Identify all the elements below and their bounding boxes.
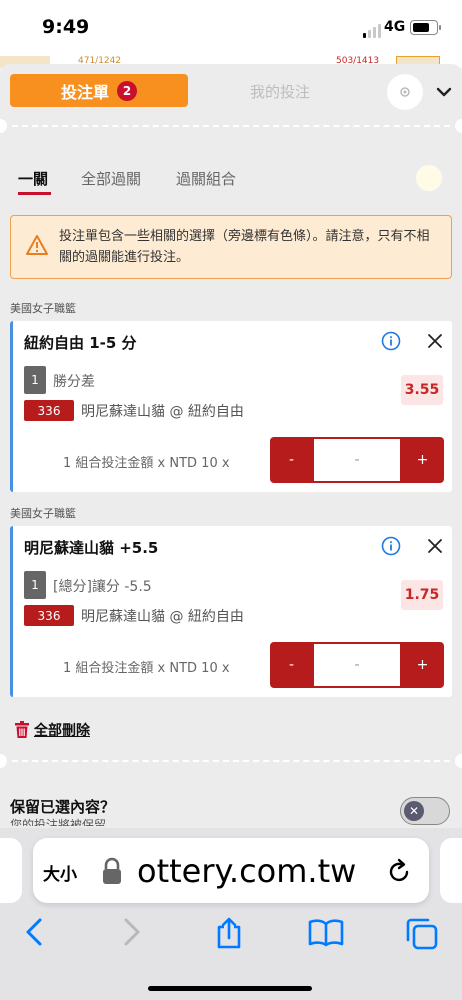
league-label: 美國女子職籃 (10, 507, 76, 520)
odds-value: 3.55 (401, 375, 443, 405)
address-bar[interactable]: 大小 ottery.com.tw (33, 838, 429, 903)
status-bar: 9:49 4G (0, 0, 462, 56)
decrease-button[interactable]: - (270, 437, 313, 483)
stake-stepper: - - + (270, 642, 444, 688)
reload-icon[interactable] (386, 857, 412, 885)
stake-input[interactable]: - (314, 644, 400, 686)
match-code: 336 (24, 605, 74, 626)
close-icon[interactable] (425, 536, 445, 556)
home-indicator (148, 986, 312, 991)
stake-input[interactable]: - (314, 439, 400, 481)
info-icon[interactable] (381, 536, 401, 556)
increase-button[interactable]: + (401, 437, 444, 483)
odds-value: 1.75 (401, 580, 443, 610)
tab-bet-slip-label: 投注單 (60, 82, 109, 102)
stake-label: 1 組合投注金額 x NTD 10 x (63, 456, 230, 471)
stake-label: 1 組合投注金額 x NTD 10 x (63, 661, 230, 676)
tab-single[interactable]: 一關 (18, 168, 48, 189)
tab-bet-slip[interactable]: 投注單 2 (10, 74, 188, 107)
network-type: 4G (384, 19, 406, 35)
delete-all-button[interactable]: 全部刪除 (14, 720, 90, 740)
share-icon[interactable] (214, 916, 244, 950)
divider-notch-left (0, 754, 7, 768)
market-label: [總分]讓分 -5.5 (53, 579, 152, 595)
forward-icon[interactable] (120, 916, 144, 948)
increase-button[interactable]: + (401, 642, 444, 688)
status-time: 9:49 (42, 16, 90, 38)
tab-parlay-combo[interactable]: 過關組合 (176, 168, 236, 189)
delete-all-label: 全部刪除 (34, 723, 90, 739)
bet-count-badge: 2 (117, 80, 137, 101)
bookmarks-icon[interactable] (307, 916, 345, 948)
divider-notch-left (0, 119, 7, 133)
league-label: 美國女子職籃 (10, 302, 76, 315)
settings-button[interactable] (387, 74, 423, 110)
dashed-divider (12, 125, 450, 127)
previous-tab-edge[interactable] (0, 838, 22, 903)
keep-selections-subtitle: 您的投注將被保留 (10, 818, 107, 826)
bet-card: 紐約自由 1-5 分 1 勝分差 3.55 336 明尼蘇達山貓 @ 紐約自由 … (10, 321, 452, 492)
trash-icon (15, 721, 29, 738)
bet-selection-title: 明尼蘇達山貓 +5.5 (24, 539, 159, 557)
lock-icon (103, 857, 121, 884)
chevron-down-icon (436, 87, 452, 97)
match-code: 336 (24, 400, 74, 421)
active-tab-indicator (18, 192, 51, 195)
signal-icon (363, 24, 381, 38)
match-name: 明尼蘇達山貓 @ 紐約自由 (81, 404, 244, 420)
divider-notch-right (455, 754, 462, 768)
tab-my-bets[interactable]: 我的投注 (250, 81, 310, 102)
back-icon[interactable] (22, 916, 46, 948)
browser-toolbar: 大小 ottery.com.tw (0, 828, 462, 1000)
bet-slip-sheet: 投注單 2 我的投注 一關 全部過關 過關組合 投注單包含一些相關的選擇（旁邊標… (0, 64, 462, 828)
info-icon[interactable] (381, 331, 401, 351)
leg-number: 1 (24, 366, 46, 394)
warning-text: 投注單包含一些相關的選擇（旁邊標有色條）。請注意，只有不相關的過關能進行投注。 (59, 229, 430, 265)
gear-icon (400, 87, 410, 97)
market-label: 勝分差 (53, 374, 95, 390)
toggle-off-icon: ✕ (404, 801, 424, 821)
keep-selections-toggle[interactable]: ✕ (400, 797, 450, 825)
divider-notch-right (455, 119, 462, 133)
dashed-divider (12, 760, 450, 762)
warning-banner: 投注單包含一些相關的選擇（旁邊標有色條）。請注意，只有不相關的過關能進行投注。 (10, 215, 452, 279)
next-tab-edge[interactable] (440, 838, 462, 903)
url-text: ottery.com.tw (137, 852, 357, 890)
decrease-button[interactable]: - (270, 642, 313, 688)
round-button[interactable] (415, 164, 443, 192)
text-size-button[interactable]: 大小 (43, 860, 77, 885)
bet-selection-title: 紐約自由 1-5 分 (24, 334, 137, 352)
tabs-icon[interactable] (404, 916, 440, 950)
stake-stepper: - - + (270, 437, 444, 483)
battery-icon (410, 20, 441, 35)
leg-number: 1 (24, 571, 46, 599)
match-name: 明尼蘇達山貓 @ 紐約自由 (81, 609, 244, 625)
bet-card: 明尼蘇達山貓 +5.5 1 [總分]讓分 -5.5 1.75 336 明尼蘇達山… (10, 526, 452, 697)
collapse-button[interactable] (433, 81, 455, 103)
keep-selections-title: 保留已選內容？ (10, 798, 116, 816)
tab-all-parlay[interactable]: 全部過關 (81, 168, 141, 189)
warning-icon (26, 235, 48, 255)
close-icon[interactable] (425, 331, 445, 351)
